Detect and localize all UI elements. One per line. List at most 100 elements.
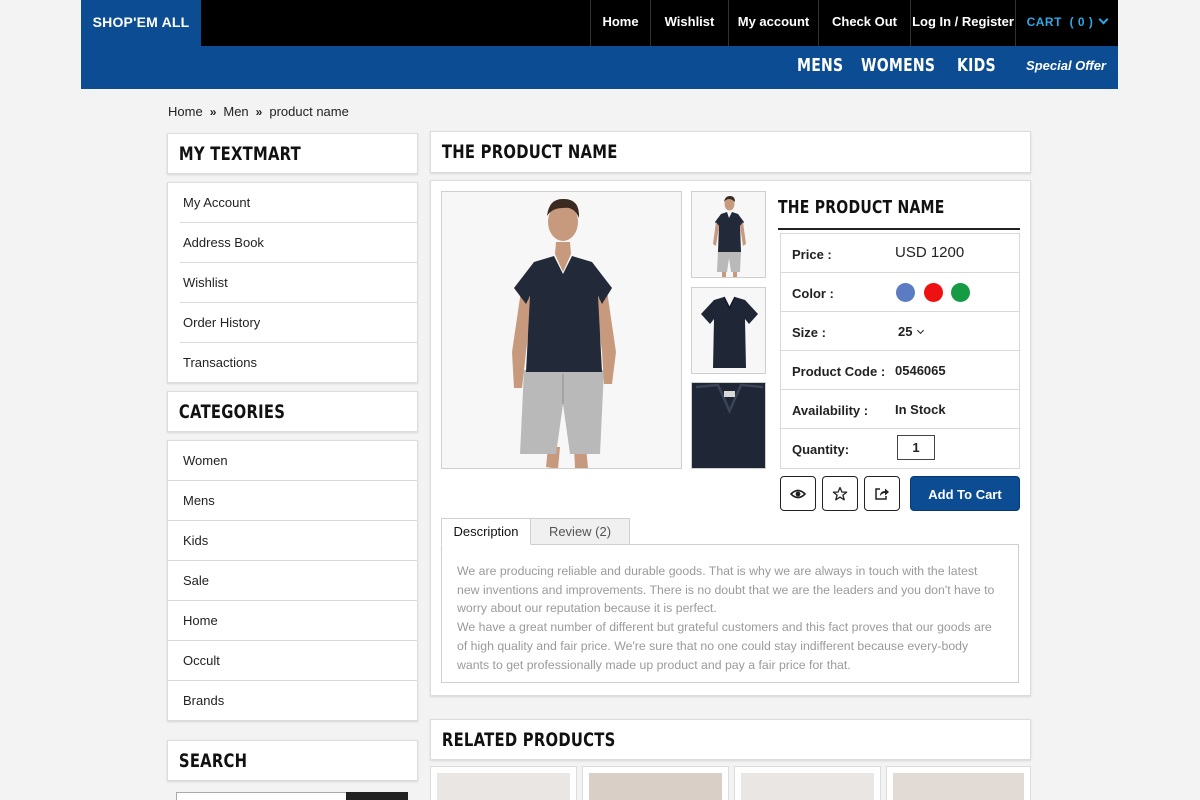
quick-view-button[interactable] xyxy=(780,476,816,511)
related-product-4[interactable] xyxy=(886,766,1031,800)
size-label: Size : xyxy=(792,325,826,340)
account-link-my-account[interactable]: My Account xyxy=(180,183,417,223)
category-occult[interactable]: Occult xyxy=(168,641,417,681)
account-links-panel: My Account Address Book Wishlist Order H… xyxy=(167,182,418,383)
tab-description[interactable]: Description xyxy=(441,518,531,545)
account-link-order-history[interactable]: Order History xyxy=(180,303,417,343)
category-mens[interactable]: MENS xyxy=(797,46,843,89)
product-name: THE PRODUCT NAME xyxy=(778,197,945,218)
account-link-transactions[interactable]: Transactions xyxy=(180,343,417,383)
price-value: USD 1200 xyxy=(895,244,965,261)
categories-title: CATEGORIES xyxy=(178,401,286,423)
category-bar: MENS WOMENS KIDS Special Offer xyxy=(81,46,1118,89)
product-heading-panel: THE PRODUCT NAME xyxy=(430,131,1031,173)
product-thumbnail-2[interactable] xyxy=(691,287,766,374)
category-womens[interactable]: WOMENS xyxy=(861,46,935,89)
nav-check-out[interactable]: Check Out xyxy=(818,0,910,46)
breadcrumb: Home » Men » product name xyxy=(168,104,349,119)
account-title: MY TEXTMART xyxy=(178,143,301,165)
related-product-2[interactable] xyxy=(582,766,729,800)
category-mens-link[interactable]: Mens xyxy=(168,481,417,521)
spec-row-code: Product Code : 0546065 xyxy=(781,351,1019,390)
model-photo-illustration xyxy=(442,192,681,468)
cart-label: CART ( 0 ) xyxy=(1026,15,1094,29)
price-label: Price : xyxy=(792,247,832,262)
nav-cart[interactable]: CART ( 0 ) xyxy=(1015,0,1118,46)
star-icon xyxy=(832,486,848,500)
search-button[interactable] xyxy=(346,792,408,800)
related-product-image xyxy=(589,773,722,800)
product-main-image[interactable] xyxy=(441,191,682,469)
spec-row-quantity: Quantity: 1 xyxy=(781,429,1019,468)
category-women[interactable]: Women xyxy=(168,441,417,481)
quantity-input[interactable]: 1 xyxy=(897,435,935,460)
related-title: RELATED PRODUCTS xyxy=(441,729,616,751)
double-chevron-icon: » xyxy=(255,104,263,119)
product-thumbnail-1[interactable] xyxy=(691,191,766,278)
tshirt-detail-illustration xyxy=(692,383,765,468)
spec-row-availability: Availability : In Stock xyxy=(781,390,1019,429)
account-links: My Account Address Book Wishlist Order H… xyxy=(168,183,417,383)
size-select[interactable]: 25 xyxy=(898,324,925,339)
spec-row-size: Size : 25 xyxy=(781,312,1019,351)
color-swatch-red[interactable] xyxy=(924,283,943,302)
availability-value: In Stock xyxy=(895,402,946,417)
spec-row-color: Color : xyxy=(781,273,1019,312)
related-product-image xyxy=(437,773,570,800)
category-list: Women Mens Kids Sale Home Occult Brands xyxy=(168,441,417,721)
nav-login-register[interactable]: Log In / Register xyxy=(910,0,1015,46)
nav-home[interactable]: Home xyxy=(590,0,650,46)
add-to-cart-button[interactable]: Add To Cart xyxy=(910,476,1020,511)
category-brands[interactable]: Brands xyxy=(168,681,417,721)
chevron-down-icon xyxy=(917,326,925,335)
nav-my-account[interactable]: My account xyxy=(728,0,818,46)
tab-review[interactable]: Review (2) xyxy=(530,518,630,545)
chevron-down-icon xyxy=(1098,14,1109,25)
categories-heading-panel: CATEGORIES xyxy=(167,391,418,432)
availability-label: Availability : xyxy=(792,403,869,418)
categories-panel: Women Mens Kids Sale Home Occult Brands xyxy=(167,440,418,721)
site-logo[interactable]: SHOP'EM ALL xyxy=(81,0,201,46)
add-to-wishlist-button[interactable] xyxy=(822,476,858,511)
special-offer-link[interactable]: Special Offer xyxy=(1026,46,1106,89)
share-icon xyxy=(875,488,889,500)
product-thumbnail-3[interactable] xyxy=(691,382,766,469)
description-paragraph-1: We are producing reliable and durable go… xyxy=(457,564,995,616)
category-kids-link[interactable]: Kids xyxy=(168,521,417,561)
description-paragraph-2: We have a great number of different but … xyxy=(457,620,992,672)
product-code-value: 0546065 xyxy=(895,363,946,378)
search-heading-panel: SEARCH xyxy=(167,740,418,781)
category-home[interactable]: Home xyxy=(168,601,417,641)
breadcrumb-current: product name xyxy=(269,104,349,119)
related-heading-panel: RELATED PRODUCTS xyxy=(430,719,1031,760)
product-code-label: Product Code : xyxy=(792,364,886,379)
product-specs: Price : USD 1200 Color : Size : 25 Produ… xyxy=(780,233,1020,469)
product-name-block: THE PRODUCT NAME xyxy=(778,195,1020,230)
breadcrumb-men[interactable]: Men xyxy=(223,104,248,119)
size-value: 25 xyxy=(898,324,913,339)
breadcrumb-home[interactable]: Home xyxy=(168,104,203,119)
account-link-address-book[interactable]: Address Book xyxy=(180,223,417,263)
related-product-image xyxy=(893,773,1024,800)
category-kids[interactable]: KIDS xyxy=(957,46,996,89)
account-heading-panel: MY TEXTMART xyxy=(167,133,418,174)
related-product-image xyxy=(741,773,874,800)
category-sale[interactable]: Sale xyxy=(168,561,417,601)
color-label: Color : xyxy=(792,286,834,301)
search-title: SEARCH xyxy=(178,750,248,772)
quantity-label: Quantity: xyxy=(792,442,850,457)
related-product-1[interactable] xyxy=(430,766,577,800)
related-product-3[interactable] xyxy=(734,766,881,800)
nav-wishlist[interactable]: Wishlist xyxy=(650,0,728,46)
eye-icon xyxy=(790,489,806,498)
account-link-wishlist[interactable]: Wishlist xyxy=(180,263,417,303)
top-bar: SHOP'EM ALL Home Wishlist My account Che… xyxy=(81,0,1118,46)
tshirt-front-illustration xyxy=(692,288,765,373)
model-thumb-illustration xyxy=(692,192,765,277)
color-swatch-blue[interactable] xyxy=(896,283,915,302)
double-chevron-icon: » xyxy=(209,104,217,119)
color-swatch-green[interactable] xyxy=(951,283,970,302)
description-panel: We are producing reliable and durable go… xyxy=(441,544,1019,683)
top-nav: Home Wishlist My account Check Out Log I… xyxy=(590,0,1118,46)
share-button[interactable] xyxy=(864,476,900,511)
